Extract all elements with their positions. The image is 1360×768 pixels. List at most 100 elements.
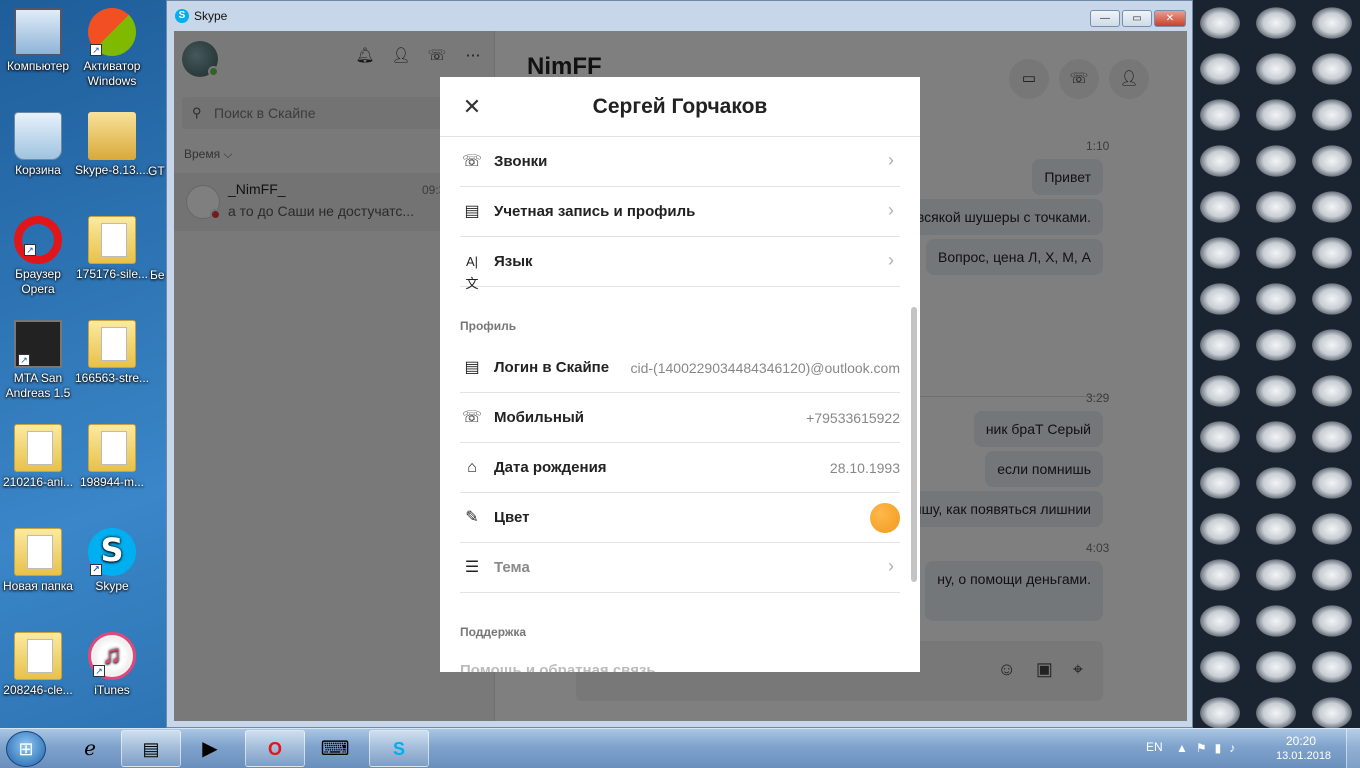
- desktop-icon-label: Активатор Windows: [83, 59, 141, 88]
- desktop-icon-label: Компьютер: [6, 59, 70, 73]
- desktop-icon-itunes[interactable]: ♫ ↗ iTunes: [74, 632, 150, 698]
- desktop-icon-label: MTA San Andreas 1.5: [5, 371, 71, 400]
- folder-icon: [14, 528, 62, 576]
- chevron-right-icon: ›: [888, 250, 894, 270]
- folder-icon: [88, 216, 136, 264]
- desktop-icon-label: 166563-stre...: [74, 371, 150, 385]
- close-window-button[interactable]: ✕: [1154, 10, 1186, 27]
- dialog-scrollbar[interactable]: [911, 307, 917, 582]
- system-tray: ▲ ⚑ ▮ ♪: [1176, 741, 1235, 755]
- desktop-icon-skype-installer[interactable]: Skype-8.13....: [74, 112, 150, 178]
- dialog-title: Сергей Горчаков: [592, 95, 768, 118]
- folder-icon: [14, 632, 62, 680]
- desktop-icon-folder[interactable]: 198944-m...: [74, 424, 150, 490]
- skype-icon: S: [392, 739, 405, 759]
- brush-icon: ✎: [465, 509, 479, 526]
- birthday-value: 28.10.1993: [829, 460, 900, 476]
- opera-taskbar-button[interactable]: O: [245, 730, 305, 767]
- settings-row-language[interactable]: A|文 Язык ›: [460, 237, 900, 291]
- row-label: Звонки: [494, 153, 548, 170]
- skype-taskbar-button[interactable]: S: [369, 730, 429, 767]
- desktop-icon-label: 175176-sile...: [75, 267, 149, 281]
- section-title-profile: Профиль: [460, 319, 517, 333]
- color-swatch[interactable]: [870, 503, 900, 533]
- sliders-icon: ☰: [464, 559, 480, 576]
- maximize-button[interactable]: ▭: [1122, 10, 1152, 27]
- dialog-header: ✕ Сергей Горчаков: [440, 77, 920, 137]
- desktop-icon-folder[interactable]: 208246-cle...: [0, 632, 76, 698]
- desktop-icon-folder[interactable]: 166563-stre...: [74, 320, 150, 386]
- cake-icon: ⌂: [467, 459, 477, 476]
- desktop-icon-label: Корзина: [15, 163, 61, 177]
- row-label: Мобильный: [494, 409, 584, 426]
- desktop-icon-label: 210216-ani...: [2, 475, 74, 489]
- settings-row-skype-login[interactable]: ▤ Логин в Скайпе cid-(140022903448434612…: [460, 343, 900, 393]
- id-card-icon: ▤: [464, 359, 480, 376]
- skype-icon: S ↗: [88, 528, 136, 576]
- media-player-icon[interactable]: ▶: [190, 732, 230, 766]
- row-label: Язык: [494, 253, 533, 270]
- computer-icon: [14, 8, 62, 56]
- section-title-support: Поддержка: [460, 625, 527, 639]
- desktop-icon-label-fragment: GT: [148, 164, 165, 178]
- shortcut-arrow-icon: ↗: [24, 244, 36, 256]
- desktop-icon-label: Skype-8.13....: [74, 163, 150, 177]
- chevron-right-icon: ›: [888, 200, 894, 220]
- id-card-icon: ▤: [464, 203, 480, 220]
- desktop-icon-label: 208246-cle...: [3, 683, 73, 697]
- opera-icon: ↗: [14, 216, 62, 264]
- profile-settings-dialog: ✕ Сергей Горчаков ☏ Звонки › ▤ Учетная з…: [440, 77, 920, 672]
- recycle-bin-icon: [14, 112, 62, 160]
- settings-row-help[interactable]: Помощь и обратная связь: [460, 662, 656, 672]
- clock[interactable]: 20:20 13.01.2018: [1276, 734, 1331, 764]
- desktop-icon-folder[interactable]: 175176-sile...: [74, 216, 150, 282]
- chevron-right-icon: ›: [888, 556, 894, 576]
- window-titlebar[interactable]: S Skype: [167, 1, 1192, 31]
- keyboard-icon[interactable]: ⌨: [315, 732, 355, 766]
- internet-explorer-icon[interactable]: ℯ: [70, 732, 110, 766]
- explorer-taskbar-button[interactable]: ▤: [121, 730, 181, 767]
- settings-row-birthday[interactable]: ⌂ Дата рождения 28.10.1993: [460, 443, 900, 493]
- language-indicator[interactable]: EN: [1146, 740, 1163, 754]
- folder-icon: [14, 424, 62, 472]
- desktop-icon-mta[interactable]: ↗ MTA San Andreas 1.5: [0, 320, 76, 401]
- row-label: Логин в Скайпе: [494, 359, 610, 376]
- row-label: Дата рождения: [494, 459, 607, 476]
- chevron-right-icon: ›: [888, 150, 894, 170]
- settings-row-mobile[interactable]: ☏ Мобильный +79533615922: [460, 393, 900, 443]
- row-label: Учетная запись и профиль: [494, 203, 696, 220]
- action-center-icon[interactable]: ⚑: [1196, 741, 1207, 755]
- opera-icon: O: [267, 739, 282, 759]
- phone-icon: ☏: [461, 409, 482, 426]
- phone-icon: ☏: [461, 153, 482, 170]
- settings-row-color[interactable]: ✎ Цвет: [460, 493, 900, 543]
- minimize-button[interactable]: —: [1090, 10, 1120, 27]
- show-hidden-icons-icon[interactable]: ▲: [1176, 741, 1188, 755]
- settings-row-account[interactable]: ▤ Учетная запись и профиль ›: [460, 187, 900, 237]
- mobile-value: +79533615922: [806, 410, 900, 426]
- desktop-icon-opera[interactable]: ↗ Браузер Opera: [0, 216, 76, 297]
- desktop-icon-new-folder[interactable]: Новая папка: [0, 528, 76, 594]
- row-label: Тема: [494, 559, 530, 576]
- desktop-icon-skype[interactable]: S ↗ Skype: [74, 528, 150, 594]
- window-controls: — ▭ ✕: [1090, 10, 1186, 27]
- desktop-icon-label: iTunes: [94, 683, 130, 697]
- network-icon[interactable]: ▮: [1215, 741, 1222, 755]
- volume-icon[interactable]: ♪: [1229, 741, 1235, 755]
- row-label: Цвет: [494, 509, 530, 526]
- show-desktop-button[interactable]: [1346, 729, 1360, 768]
- desktop-icon-label: Новая папка: [3, 579, 73, 593]
- desktop-icon-recycle-bin[interactable]: Корзина: [0, 112, 76, 178]
- folder-icon: [88, 424, 136, 472]
- settings-row-theme[interactable]: ☰ Тема ›: [460, 543, 900, 593]
- desktop-icon-computer[interactable]: Компьютер: [0, 8, 76, 74]
- clock-time: 20:20: [1285, 734, 1317, 748]
- desktop-icon-label: Skype: [95, 579, 129, 593]
- start-button[interactable]: ⊞: [6, 731, 46, 767]
- desktop-icon-folder[interactable]: 210216-ani...: [0, 424, 76, 490]
- settings-row-calls[interactable]: ☏ Звонки ›: [460, 137, 900, 187]
- desktop-icon-activator[interactable]: ↗ Активатор Windows: [74, 8, 150, 89]
- window-title: Skype: [194, 9, 228, 23]
- folder-icon: [88, 320, 136, 368]
- windows-activator-icon: ↗: [88, 8, 136, 56]
